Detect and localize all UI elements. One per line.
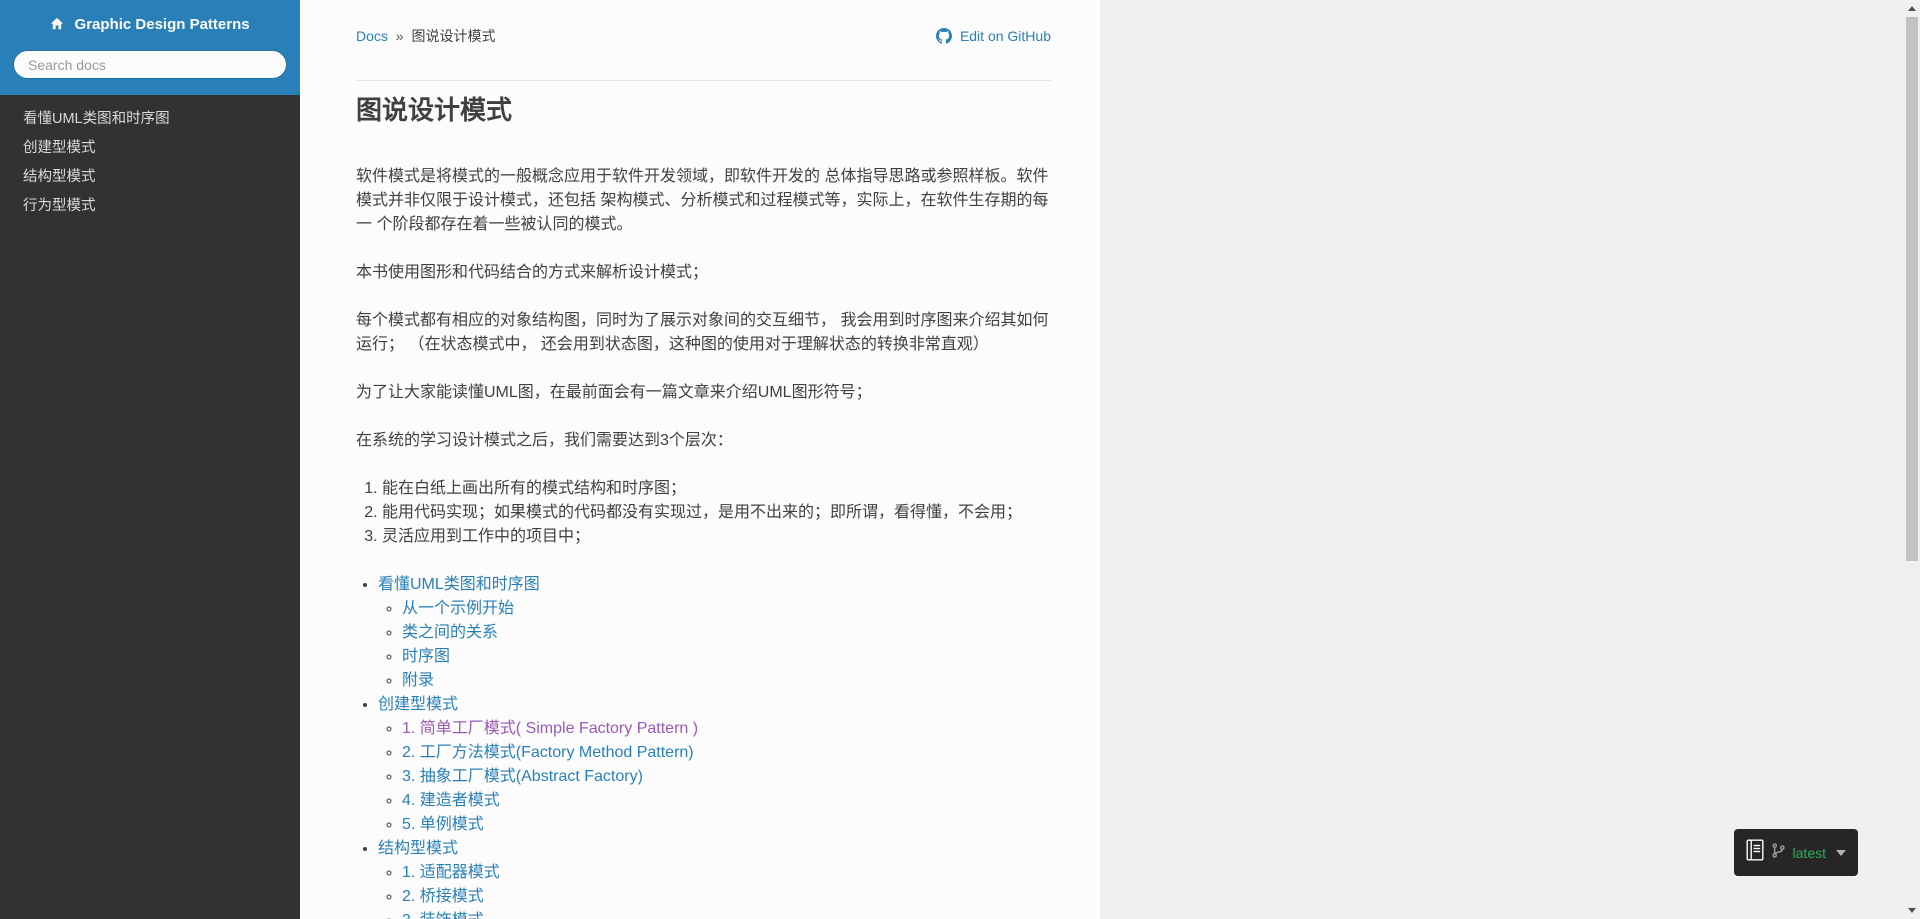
toc-item: 附录 xyxy=(402,669,1051,693)
main-content: Docs » 图说设计模式 Edit on GitHub 图说设计模式 软件模式… xyxy=(300,0,1100,919)
toc-item: 3. 抽象工厂模式(Abstract Factory) xyxy=(402,765,1051,789)
toc-section-creational: 创建型模式 1. 简单工厂模式( Simple Factory Pattern … xyxy=(378,693,1051,837)
level-item: 灵活应用到工作中的项目中； xyxy=(382,525,1051,549)
version-flyout[interactable]: latest xyxy=(1733,829,1858,876)
edit-on-github-label: Edit on GitHub xyxy=(959,28,1051,44)
paragraph-4: 为了让大家能读懂UML图，在最前面会有一篇文章来介绍UML图形符号； xyxy=(356,384,872,401)
sidebar-header: Graphic Design Patterns xyxy=(0,0,300,95)
levels-list: 能在白纸上画出所有的模式结构和时序图； 能用代码实现；如果模式的代码都没有实现过… xyxy=(356,477,1051,549)
breadcrumb-docs-link[interactable]: Docs xyxy=(356,28,388,44)
toc-item: 类之间的关系 xyxy=(402,621,1051,645)
breadcrumb: Docs » 图说设计模式 Edit on GitHub xyxy=(356,26,1051,46)
search-input[interactable] xyxy=(13,50,287,79)
toc-link[interactable]: 附录 xyxy=(402,672,434,689)
sidebar-item-behavioral[interactable]: 行为型模式 xyxy=(0,192,300,221)
git-branch-icon xyxy=(1771,842,1785,863)
sidebar: Graphic Design Patterns 看懂UML类图和时序图 创建型模… xyxy=(0,0,300,919)
sidebar-item-creational[interactable]: 创建型模式 xyxy=(0,134,300,163)
scrollbar-thumb[interactable] xyxy=(1906,17,1918,561)
level-item: 能在白纸上画出所有的模式结构和时序图； xyxy=(382,477,1051,501)
toc-link[interactable]: 从一个示例开始 xyxy=(402,600,514,617)
toc-link[interactable]: 看懂UML类图和时序图 xyxy=(378,576,540,593)
toc-item: 2. 工厂方法模式(Factory Method Pattern) xyxy=(402,741,1051,765)
scroll-up-arrow[interactable] xyxy=(1908,6,1916,11)
project-title: Graphic Design Patterns xyxy=(74,16,250,33)
toc-link[interactable]: 2. 桥接模式 xyxy=(402,888,484,905)
toc-item: 1. 简单工厂模式( Simple Factory Pattern ) xyxy=(402,717,1051,741)
page-title: 图说设计模式 xyxy=(356,95,513,125)
breadcrumb-current: 图说设计模式 xyxy=(411,28,496,44)
toc-list: 看懂UML类图和时序图 从一个示例开始 类之间的关系 时序图 附录 创建型模式 … xyxy=(356,573,1051,919)
edit-on-github-link[interactable]: Edit on GitHub xyxy=(936,26,1051,49)
toc-link[interactable]: 创建型模式 xyxy=(378,696,458,713)
paragraph-5: 在系统的学习设计模式之后，我们需要达到3个层次： xyxy=(356,432,733,449)
toc-link[interactable]: 类之间的关系 xyxy=(402,624,498,641)
paragraph-1: 软件模式是将模式的一般概念应用于软件开发领域，即软件开发的 总体指导思路或参照样… xyxy=(356,168,1049,233)
breadcrumb-divider xyxy=(356,80,1051,81)
paragraph-2: 本书使用图形和代码结合的方式来解析设计模式； xyxy=(356,264,709,281)
toc-link[interactable]: 5. 单例模式 xyxy=(402,816,484,833)
caret-down-icon xyxy=(1836,849,1846,856)
toc-item: 2. 桥接模式 xyxy=(402,885,1051,909)
level-item: 能用代码实现；如果模式的代码都没有实现过，是用不出来的；即所谓，看得懂，不会用； xyxy=(382,501,1051,525)
sidebar-menu: 看懂UML类图和时序图 创建型模式 结构型模式 行为型模式 xyxy=(0,95,300,221)
toc-link-visited[interactable]: 1. 简单工厂模式( Simple Factory Pattern ) xyxy=(402,720,698,737)
paragraph-3: 每个模式都有相应的对象结构图，同时为了展示对象间的交互细节， 我会用到时序图来介… xyxy=(356,312,1049,353)
toc-item: 4. 建造者模式 xyxy=(402,789,1051,813)
scrollbar[interactable] xyxy=(1904,0,1920,919)
toc-item: 从一个示例开始 xyxy=(402,597,1051,621)
sidebar-item-uml[interactable]: 看懂UML类图和时序图 xyxy=(0,105,300,134)
content-wrap: Docs » 图说设计模式 Edit on GitHub 图说设计模式 软件模式… xyxy=(300,0,1904,919)
toc-link[interactable]: 3. 装饰模式 xyxy=(402,912,484,919)
toc-link[interactable]: 结构型模式 xyxy=(378,840,458,857)
toc-item: 1. 适配器模式 xyxy=(402,861,1051,885)
scroll-down-arrow[interactable] xyxy=(1908,908,1916,913)
toc-item: 时序图 xyxy=(402,645,1051,669)
toc-link[interactable]: 3. 抽象工厂模式(Abstract Factory) xyxy=(402,768,643,785)
book-icon xyxy=(1746,839,1764,866)
toc-link[interactable]: 4. 建造者模式 xyxy=(402,792,500,809)
toc-section-structural: 结构型模式 1. 适配器模式 2. 桥接模式 3. 装饰模式 xyxy=(378,837,1051,919)
toc-link[interactable]: 时序图 xyxy=(402,648,450,665)
sidebar-item-structural[interactable]: 结构型模式 xyxy=(0,163,300,192)
home-icon xyxy=(50,16,64,38)
project-home-link[interactable]: Graphic Design Patterns xyxy=(13,14,287,38)
breadcrumb-separator: » xyxy=(395,28,404,44)
toc-link[interactable]: 2. 工厂方法模式(Factory Method Pattern) xyxy=(402,744,694,761)
version-label: latest xyxy=(1792,844,1826,861)
toc-section-uml: 看懂UML类图和时序图 从一个示例开始 类之间的关系 时序图 附录 xyxy=(378,573,1051,693)
toc-item: 5. 单例模式 xyxy=(402,813,1051,837)
toc-link[interactable]: 1. 适配器模式 xyxy=(402,864,500,881)
github-icon xyxy=(936,28,953,49)
toc-item: 3. 装饰模式 xyxy=(402,909,1051,919)
